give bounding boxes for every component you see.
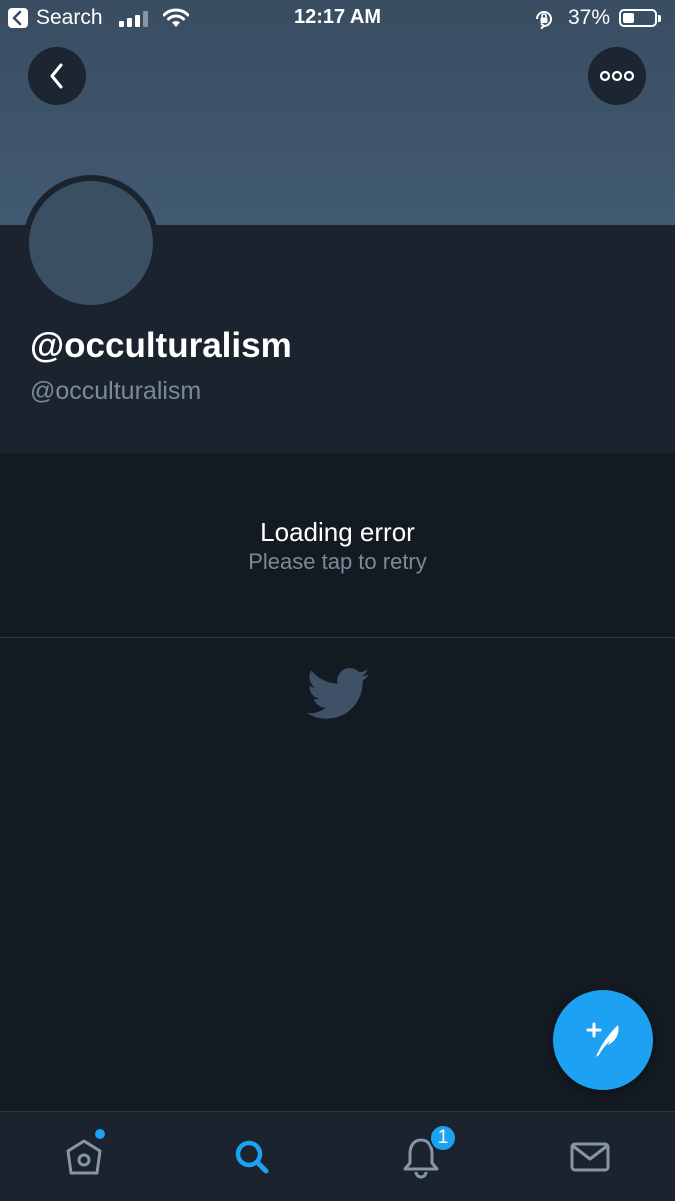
compose-tweet-button[interactable]	[553, 990, 653, 1090]
rotation-lock-icon	[536, 11, 552, 30]
bottom-tab-bar: 1	[0, 1111, 675, 1201]
twitter-bird-icon	[306, 668, 370, 719]
more-horizontal-icon	[600, 70, 634, 82]
loading-error-retry[interactable]: Loading error Please tap to retry	[0, 453, 675, 637]
tab-search[interactable]	[168, 1112, 336, 1201]
home-new-content-dot	[95, 1129, 105, 1139]
messages-icon	[570, 1142, 610, 1171]
battery-icon	[619, 9, 661, 27]
status-bar: Search 12:17 AM 37%	[0, 0, 675, 38]
profile-display-name: @occulturalism	[30, 326, 292, 365]
divider	[0, 637, 675, 638]
back-button[interactable]	[28, 47, 86, 105]
home-icon	[66, 1139, 102, 1174]
error-title: Loading error	[260, 517, 415, 547]
avatar[interactable]	[23, 175, 159, 311]
more-options-button[interactable]	[588, 47, 646, 105]
battery-percent: 37%	[568, 6, 611, 29]
profile-handle: @occulturalism	[30, 377, 202, 405]
compose-tweet-icon	[586, 1022, 619, 1057]
error-subtitle: Please tap to retry	[248, 549, 427, 574]
tab-home[interactable]	[0, 1112, 168, 1201]
chevron-left-icon	[50, 63, 63, 89]
notifications-badge: 1	[429, 1124, 457, 1152]
search-icon	[235, 1140, 269, 1173]
tab-messages[interactable]	[506, 1112, 674, 1201]
tab-notifications[interactable]: 1	[337, 1112, 505, 1201]
